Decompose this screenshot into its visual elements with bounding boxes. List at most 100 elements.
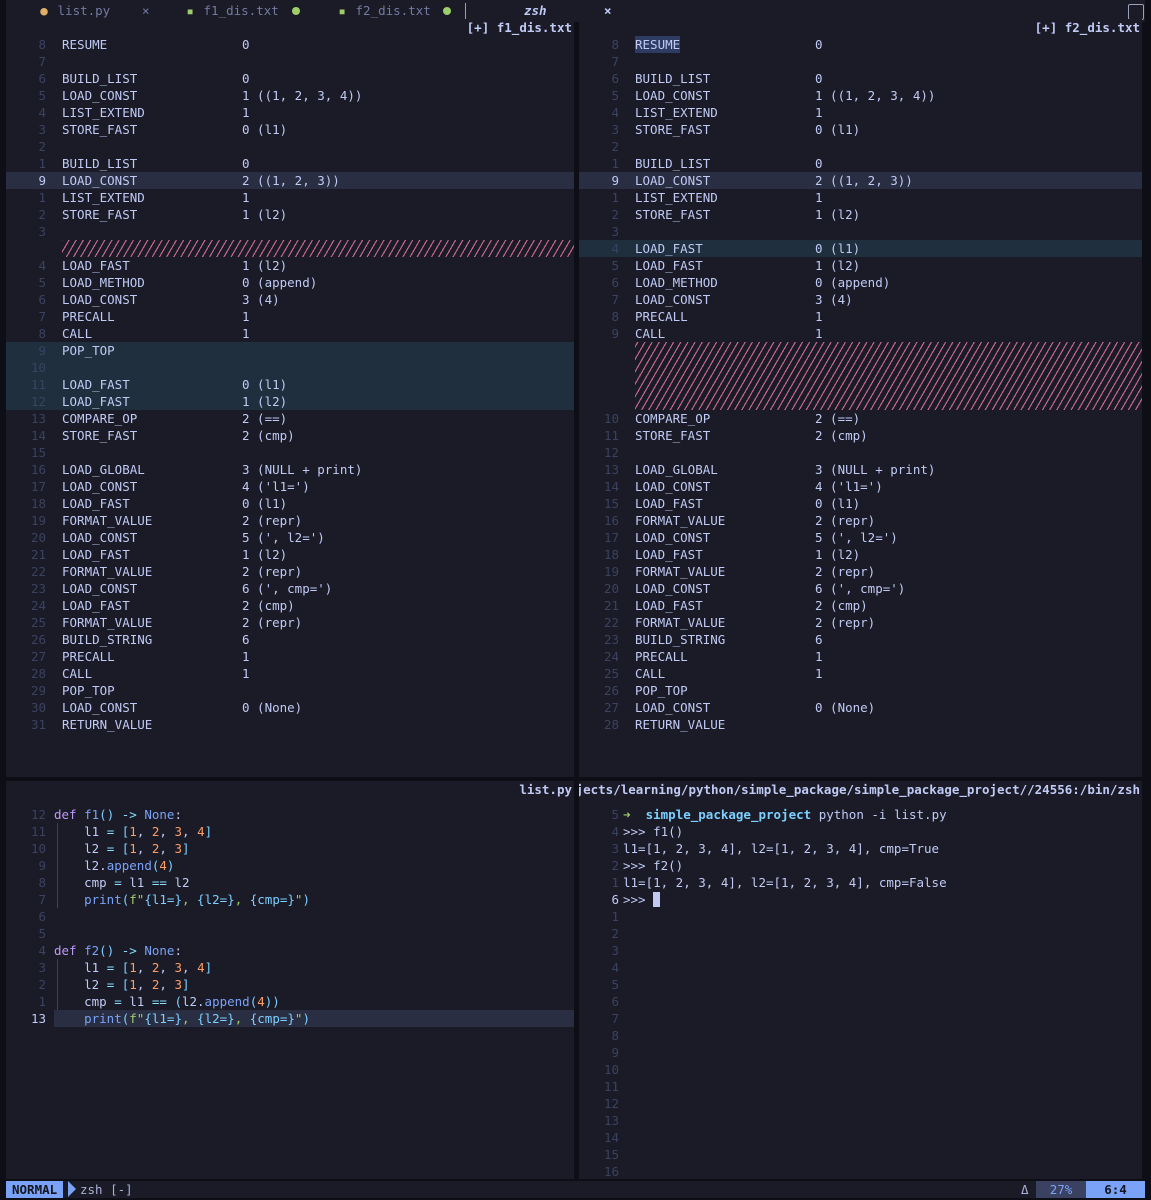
bytecode-line[interactable]: 15 LOAD_FAST 0 (l1) <box>579 495 1142 512</box>
bytecode-line[interactable]: 20 LOAD_CONST 6 (', cmp=') <box>579 580 1142 597</box>
terminal-line[interactable]: 12 <box>579 1095 1142 1112</box>
bytecode-line[interactable]: 27 PRECALL 1 <box>6 648 574 665</box>
bytecode-line[interactable]: 1 LIST_EXTEND 1 <box>579 189 1142 206</box>
bytecode-line[interactable]: 3 <box>579 223 1142 240</box>
external-window-icon[interactable] <box>1128 4 1144 20</box>
bytecode-line[interactable]: 15 <box>6 444 574 461</box>
bytecode-line[interactable]: 3 STORE_FAST 0 (l1) <box>6 121 574 138</box>
bytecode-line[interactable]: 26 POP_TOP <box>579 682 1142 699</box>
bytecode-line[interactable]: 9 POP_TOP <box>6 342 574 359</box>
bytecode-line[interactable]: 1 BUILD_LIST 0 <box>6 155 574 172</box>
terminal-line[interactable]: 5 <box>579 976 1142 993</box>
code-line[interactable]: 9 l2.append(4) <box>6 857 574 874</box>
terminal-line[interactable]: 13 <box>579 1112 1142 1129</box>
bytecode-line[interactable]: 10 COMPARE_OP 2 (==) <box>579 410 1142 427</box>
bytecode-line[interactable]: 8 CALL 1 <box>6 325 574 342</box>
code-line[interactable]: 13 print(f"{l1=}, {l2=}, {cmp=}") <box>31 1010 574 1027</box>
code-line[interactable]: 12 def f1() -> None: <box>6 806 574 823</box>
bytecode-line[interactable]: 8 PRECALL 1 <box>579 308 1142 325</box>
bytecode-line[interactable]: 6 BUILD_LIST 0 <box>6 70 574 87</box>
bytecode-line[interactable]: 28 CALL 1 <box>6 665 574 682</box>
bytecode-line[interactable]: 16 FORMAT_VALUE 2 (repr) <box>579 512 1142 529</box>
bytecode-line[interactable]: 22 FORMAT_VALUE 2 (repr) <box>579 614 1142 631</box>
bytecode-line[interactable]: 14 LOAD_CONST 4 ('l1=') <box>579 478 1142 495</box>
bytecode-line[interactable]: 9 LOAD_CONST 2 ((1, 2, 3)) <box>579 172 1142 189</box>
bytecode-line[interactable]: 10 <box>6 359 574 376</box>
bytecode-line[interactable]: 6 BUILD_LIST 0 <box>579 70 1142 87</box>
code-line[interactable]: 4 def f2() -> None: <box>6 942 574 959</box>
f1-dis-pane[interactable]: [+] f1_dis.txt 8 RESUME 0 7 6 BUILD_LIST 0 5 LOA… <box>6 19 574 777</box>
terminal-line[interactable]: 7 <box>579 1010 1142 1027</box>
bytecode-line[interactable]: 28 RETURN_VALUE <box>579 716 1142 733</box>
terminal-line[interactable]: 4 >>> f1() <box>579 823 1142 840</box>
terminal-line[interactable]: 3 <box>579 942 1142 959</box>
code-line[interactable]: 3 l1 = [1, 2, 3, 4] <box>6 959 574 976</box>
terminal-line[interactable]: 6 <box>579 993 1142 1010</box>
bytecode-line[interactable]: 17 LOAD_CONST 5 (', l2=') <box>579 529 1142 546</box>
terminal-line[interactable]: 10 <box>579 1061 1142 1078</box>
bytecode-line[interactable]: 7 LOAD_CONST 3 (4) <box>579 291 1142 308</box>
code-line[interactable]: 1 cmp = l1 == (l2.append(4)) <box>6 993 574 1010</box>
bytecode-line[interactable]: 4 LIST_EXTEND 1 <box>6 104 574 121</box>
bytecode-line[interactable]: 13 LOAD_GLOBAL 3 (NULL + print) <box>579 461 1142 478</box>
bytecode-line[interactable]: 31 RETURN_VALUE <box>6 716 574 733</box>
bytecode-line[interactable]: 14 STORE_FAST 2 (cmp) <box>6 427 574 444</box>
bytecode-line[interactable]: 5 LOAD_METHOD 0 (append) <box>6 274 574 291</box>
f2-dis-pane[interactable]: [+] f2_dis.txt 8 RESUME 0 7 6 BUILD_LIST 0 5 LOA… <box>579 19 1142 777</box>
bytecode-line[interactable]: 5 LOAD_CONST 1 ((1, 2, 3, 4)) <box>6 87 574 104</box>
code-line[interactable]: 8 cmp = l1 == l2 <box>6 874 574 891</box>
terminal-line[interactable]: 16 <box>579 1163 1142 1179</box>
bytecode-line[interactable]: 3 <box>6 223 574 240</box>
bytecode-line[interactable]: 12 LOAD_FAST 1 (l2) <box>6 393 574 410</box>
bytecode-line[interactable]: 25 CALL 1 <box>579 665 1142 682</box>
bytecode-line[interactable]: 24 PRECALL 1 <box>579 648 1142 665</box>
bytecode-line[interactable]: 6 LOAD_METHOD 0 (append) <box>579 274 1142 291</box>
bytecode-line[interactable]: 23 LOAD_CONST 6 (', cmp=') <box>6 580 574 597</box>
bytecode-line[interactable]: 11 LOAD_FAST 0 (l1) <box>6 376 574 393</box>
bytecode-line[interactable]: 26 BUILD_STRING 6 <box>6 631 574 648</box>
terminal-line[interactable]: 2 <box>579 925 1142 942</box>
bytecode-line[interactable]: 27 LOAD_CONST 0 (None) <box>579 699 1142 716</box>
bytecode-line[interactable]: 30 LOAD_CONST 0 (None) <box>6 699 574 716</box>
bytecode-line[interactable]: 24 LOAD_FAST 2 (cmp) <box>6 597 574 614</box>
terminal-line[interactable]: 3 l1=[1, 2, 3, 4], l2=[1, 2, 3, 4], cmp=T… <box>579 840 1142 857</box>
terminal-line[interactable]: 11 <box>579 1078 1142 1095</box>
code-line[interactable]: 7 print(f"{l1=}, {l2=}, {cmp=}") <box>6 891 574 908</box>
code-line[interactable]: 10 l2 = [1, 2, 3] <box>6 840 574 857</box>
code-line[interactable]: 11 l1 = [1, 2, 3, 4] <box>6 823 574 840</box>
code-line[interactable]: 5 <box>6 925 574 942</box>
bytecode-line[interactable]: 21 LOAD_FAST 2 (cmp) <box>579 597 1142 614</box>
terminal-line[interactable]: 4 <box>579 959 1142 976</box>
bytecode-line[interactable]: 4 LOAD_FAST 0 (l1) <box>579 240 1142 257</box>
bytecode-line[interactable]: 7 <box>6 53 574 70</box>
bytecode-line[interactable]: 22 FORMAT_VALUE 2 (repr) <box>6 563 574 580</box>
list-py-pane[interactable]: list.py 12 def f1() -> None: 11 l1 = [1, 2… <box>6 781 574 1179</box>
bytecode-line[interactable]: 2 STORE_FAST 1 (l2) <box>6 206 574 223</box>
bytecode-line[interactable]: 7 <box>579 53 1142 70</box>
terminal-line[interactable]: 1 <box>579 908 1142 925</box>
bytecode-line[interactable]: 23 BUILD_STRING 6 <box>579 631 1142 648</box>
bytecode-line[interactable]: 16 LOAD_GLOBAL 3 (NULL + print) <box>6 461 574 478</box>
terminal-line[interactable]: 15 <box>579 1146 1142 1163</box>
bytecode-line[interactable]: 18 LOAD_FAST 1 (l2) <box>579 546 1142 563</box>
bytecode-line[interactable]: 4 LOAD_FAST 1 (l2) <box>6 257 574 274</box>
code-line[interactable]: 6 <box>6 908 574 925</box>
bytecode-line[interactable]: 2 STORE_FAST 1 (l2) <box>579 206 1142 223</box>
bytecode-line[interactable]: 5 LOAD_FAST 1 (l2) <box>579 257 1142 274</box>
bytecode-line[interactable]: 20 LOAD_CONST 5 (', l2=') <box>6 529 574 546</box>
bytecode-line[interactable]: 9 CALL 1 <box>579 325 1142 342</box>
bytecode-line[interactable]: 12 <box>579 444 1142 461</box>
terminal-line[interactable]: 1 l1=[1, 2, 3, 4], l2=[1, 2, 3, 4], cmp=F… <box>579 874 1142 891</box>
bytecode-line[interactable]: 25 FORMAT_VALUE 2 (repr) <box>6 614 574 631</box>
bytecode-line[interactable]: 4 LIST_EXTEND 1 <box>579 104 1142 121</box>
terminal-line[interactable]: 6 >>> <box>579 891 1142 908</box>
bytecode-line[interactable]: 13 COMPARE_OP 2 (==) <box>6 410 574 427</box>
bytecode-line[interactable]: 3 STORE_FAST 0 (l1) <box>579 121 1142 138</box>
terminal-pane[interactable]: <rojects/learning/python/simple_package/… <box>579 781 1142 1179</box>
bytecode-line[interactable]: 8 RESUME 0 <box>6 36 574 53</box>
bytecode-line[interactable]: 1 BUILD_LIST 0 <box>579 155 1142 172</box>
bytecode-line[interactable]: 7 PRECALL 1 <box>6 308 574 325</box>
terminal-line[interactable]: 5 ➜ simple_package_project python -i list… <box>579 806 1142 823</box>
bytecode-line[interactable]: 19 FORMAT_VALUE 2 (repr) <box>6 512 574 529</box>
bytecode-line[interactable]: 18 LOAD_FAST 0 (l1) <box>6 495 574 512</box>
